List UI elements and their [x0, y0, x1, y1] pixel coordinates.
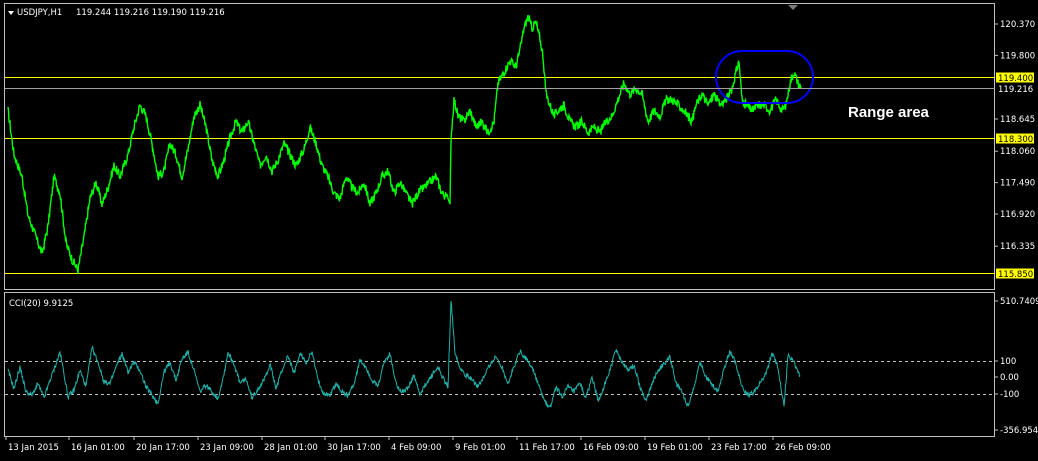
cci-tick-label: 0.00 [1000, 373, 1019, 383]
horizontal-line-label: 118.300 [998, 135, 1033, 145]
price-line [7, 14, 802, 275]
symbol-menu-icon[interactable] [8, 11, 14, 15]
price-tick-label: 119.800 [1000, 51, 1035, 61]
time-tick-label: 23 Jan 09:00 [200, 443, 254, 453]
chart-symbol: USDJPY,H1 [17, 8, 62, 18]
time-tick-label: 16 Feb 09:00 [583, 443, 639, 453]
horizontal-line-label: 115.850 [998, 270, 1033, 280]
cci-tick-label: 510.7409 [1000, 297, 1038, 307]
cci-title: CCI(20) 9.9125 [9, 299, 73, 309]
price-tick-label: 116.920 [1000, 210, 1035, 220]
time-tick-label: 11 Feb 17:00 [519, 443, 575, 453]
cci-tick-label: -100 [1000, 390, 1019, 400]
price-tick-label: 118.645 [1000, 115, 1035, 125]
time-axis: 13 Jan 2015 16 Jan 01:00 20 Jan 17:00 23 Ja… [5, 436, 831, 453]
range-area-label[interactable]: Range area [848, 104, 930, 121]
time-tick-label: 4 Feb 09:00 [391, 443, 441, 453]
price-tick-label: 116.335 [1000, 242, 1035, 252]
chart-canvas[interactable]: USDJPY,H1 119.244 119.216 119.190 119.21… [0, 0, 1038, 457]
chart-ohlc: 119.244 119.216 119.190 119.216 [76, 8, 225, 18]
price-tick-label: 117.490 [1000, 179, 1035, 189]
price-tick-label: 120.370 [1000, 20, 1035, 30]
time-tick-label: 9 Feb 01:00 [455, 443, 505, 453]
chart-window[interactable]: USDJPY,H1 119.244 119.216 119.190 119.21… [0, 0, 1038, 457]
time-tick-label: 28 Jan 01:00 [264, 443, 318, 453]
time-tick-label: 26 Feb 09:00 [775, 443, 831, 453]
time-tick-label: 13 Jan 2015 [8, 443, 59, 453]
time-tick-label: 16 Jan 01:00 [71, 443, 125, 453]
price-tick-label: 118.060 [1000, 147, 1035, 157]
main-pane-frame [4, 3, 995, 290]
cci-line [7, 301, 801, 409]
cci-axis: 510.7409 100 0.00 -100 -356.9542 [994, 297, 1038, 436]
time-tick-label: 19 Feb 01:00 [647, 443, 703, 453]
horizontal-line-label: 119.400 [998, 74, 1033, 84]
time-tick-label: 20 Jan 17:00 [136, 443, 190, 453]
time-tick-label: 23 Feb 17:00 [711, 443, 767, 453]
chart-shift-marker-icon[interactable] [788, 5, 798, 10]
current-price-label: 119.216 [998, 85, 1033, 95]
time-tick-label: 30 Jan 17:00 [327, 443, 381, 453]
cci-tick-label: -356.9542 [1000, 426, 1038, 436]
current-price-marker: 119.216 [5, 83, 1034, 95]
cci-tick-label: 100 [1000, 357, 1016, 367]
